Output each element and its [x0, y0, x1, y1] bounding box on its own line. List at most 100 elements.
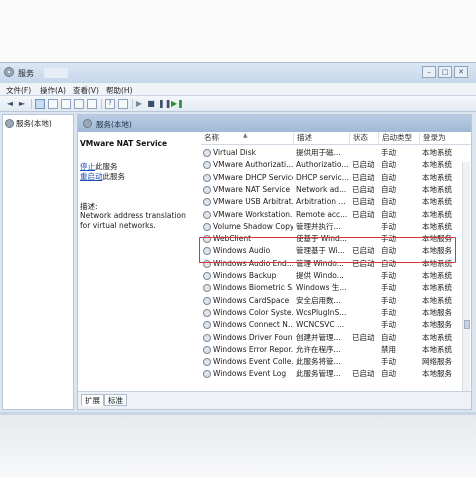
- table-row[interactable]: Windows CardSpace 安全启用数... 手动 本地系统: [201, 295, 471, 307]
- menu-action[interactable]: 操作(A): [40, 85, 66, 96]
- service-startup-cell: 自动: [381, 369, 396, 379]
- service-status-cell: 已启动: [352, 209, 375, 219]
- properties-icon[interactable]: [87, 99, 97, 109]
- back-arrow-icon[interactable]: ◄: [5, 99, 15, 109]
- table-row[interactable]: Windows Event Log 此服务管理... 已启动 自动 本地服务: [201, 368, 471, 380]
- panel-header: 服务(本地): [78, 115, 471, 132]
- restart-service-action: 重启动此服务: [80, 171, 125, 182]
- service-gear-icon: [203, 308, 211, 317]
- service-name-cell: Windows Event Colle...: [203, 356, 293, 368]
- restart-service-icon[interactable]: ▶❚: [171, 99, 184, 109]
- service-status-cell: [352, 319, 378, 331]
- column-header-status[interactable]: 状态: [350, 132, 379, 144]
- action-pane-icon[interactable]: [118, 99, 128, 109]
- table-row[interactable]: Windows Driver Foun... 创建并管理... 已启动 自动 本地系统: [201, 332, 471, 344]
- service-name-cell: VMware USB Arbitrat...: [203, 196, 293, 208]
- table-row[interactable]: Volume Shadow Copy 管理并执行... 手动 本地系统: [201, 221, 471, 233]
- title-bar[interactable]: 服务 – □ ✕: [0, 63, 476, 83]
- tab-standard[interactable]: 标准: [104, 394, 127, 406]
- tab-extended[interactable]: 扩展: [81, 394, 104, 406]
- service-description-cell: 提供 Windo...: [296, 271, 344, 280]
- service-name-cell: Windows Connect N...: [203, 319, 293, 331]
- service-startup-cell: 手动: [381, 357, 396, 367]
- menu-help[interactable]: 帮助(H): [106, 85, 133, 96]
- service-detail-pane: VMware NAT Service 停止此服务 重启动此服务 描述: Netw…: [78, 132, 200, 390]
- menu-bar: 文件(F) 操作(A) 查看(V) 帮助(H): [0, 83, 476, 96]
- service-status-cell: 已启动: [352, 332, 375, 342]
- menu-view[interactable]: 查看(V): [73, 85, 99, 96]
- service-startup-cell: 手动: [381, 283, 396, 293]
- column-header-name[interactable]: ▲ 名称: [201, 132, 294, 144]
- table-row[interactable]: Windows Error Repor... 允许在程序... 禁用 本地系统: [201, 344, 471, 356]
- table-row[interactable]: Windows Biometric S... Windows 生... 手动 本地系统: [201, 282, 471, 294]
- service-description-cell: 允许在程序...: [296, 344, 341, 354]
- service-gear-icon: [203, 321, 211, 330]
- start-service-icon[interactable]: ▶: [134, 99, 144, 109]
- background-top: [0, 0, 476, 62]
- menu-file[interactable]: 文件(F): [6, 85, 31, 96]
- background-bottom: [0, 415, 476, 477]
- table-row[interactable]: Windows Backup 提供 Windo... 手动 本地系统: [201, 270, 471, 282]
- service-name-cell: Windows Driver Foun...: [203, 332, 293, 344]
- table-row[interactable]: Windows Color Syste... WcsPlugInS... 手动 本地服…: [201, 307, 471, 319]
- toolbar-separator: [132, 99, 133, 109]
- selected-service-title: VMware NAT Service: [80, 139, 168, 148]
- view-tabs: 扩展 标准: [78, 391, 471, 409]
- refresh-icon[interactable]: [61, 99, 71, 109]
- service-description-cell: WCNCSVC ...: [296, 320, 345, 330]
- minimize-button[interactable]: –: [422, 66, 436, 78]
- column-header-startup-type[interactable]: 启动类型: [379, 132, 420, 144]
- highlight-box: [199, 237, 456, 263]
- stop-service-link[interactable]: 停止: [80, 162, 95, 171]
- column-header-logon-as[interactable]: 登录为: [420, 132, 471, 144]
- service-status-cell: [352, 307, 378, 319]
- restart-service-link[interactable]: 重启动: [80, 172, 103, 181]
- service-startup-cell: 自动: [381, 172, 396, 182]
- tree-item-services-local[interactable]: 服务(本地): [5, 118, 52, 129]
- service-gear-icon: [203, 358, 211, 367]
- stop-service-icon[interactable]: ■: [146, 99, 156, 109]
- service-status-cell: 已启动: [352, 172, 375, 182]
- table-row[interactable]: VMware Workstation... Remote acc... 已启动 自动本…: [201, 209, 471, 221]
- table-row[interactable]: VMware USB Arbitrat... Arbitration ... 已启动…: [201, 196, 471, 208]
- service-gear-icon: [203, 161, 211, 170]
- table-row[interactable]: VMware NAT Service Network ad... 已启动 自动 本地系统: [201, 184, 471, 196]
- service-description-cell: 安全启用数...: [296, 295, 341, 305]
- service-name-cell: Windows Biometric S...: [203, 282, 293, 294]
- column-header-description[interactable]: 描述: [294, 132, 350, 144]
- export-list-icon[interactable]: [74, 99, 84, 109]
- service-gear-icon: [203, 210, 211, 219]
- service-gear-icon: [203, 149, 211, 157]
- service-name-cell: Volume Shadow Copy: [203, 221, 293, 233]
- service-status-cell: [352, 356, 378, 368]
- service-status-cell: 已启动: [352, 197, 375, 207]
- service-gear-icon: [203, 185, 211, 194]
- table-row[interactable]: Windows Event Colle... 此服务将管... 手动 网络服务: [201, 356, 471, 368]
- vertical-scrollbar[interactable]: [462, 162, 470, 407]
- service-name-cell: VMware Workstation...: [203, 209, 293, 221]
- service-startup-cell: 手动: [381, 320, 396, 330]
- maximize-button[interactable]: □: [438, 66, 452, 78]
- service-gear-icon: [203, 222, 211, 231]
- service-gear-icon: [203, 296, 211, 305]
- console-tree-icon[interactable]: [35, 99, 45, 109]
- table-row[interactable]: Windows Connect N... WCNCSVC ... 手动 本地服务: [201, 319, 471, 331]
- list-view-icon[interactable]: [48, 99, 58, 109]
- service-description-cell: 管理并执行...: [296, 221, 341, 231]
- service-gear-icon: [203, 198, 211, 207]
- scrollbar-thumb[interactable]: [464, 320, 470, 329]
- service-startup-cell: 禁用: [381, 344, 396, 354]
- close-button[interactable]: ✕: [454, 66, 468, 78]
- table-row[interactable]: VMware DHCP Service DHCP servic... 已启动 自动 本地…: [201, 172, 471, 184]
- service-description-cell: Authorizatio...: [296, 160, 349, 170]
- service-startup-cell: 自动: [381, 197, 396, 207]
- pause-service-icon[interactable]: ❚❚: [158, 99, 171, 109]
- forward-arrow-icon[interactable]: ►: [17, 99, 27, 109]
- table-row[interactable]: Virtual Disk 提供用于磁... 手动 本地系统: [201, 147, 471, 159]
- help-icon[interactable]: ?: [105, 99, 115, 109]
- table-row[interactable]: VMware Authorizati... Authorizatio... 已启动自…: [201, 159, 471, 171]
- service-description-cell: 此服务将管...: [296, 357, 341, 367]
- service-name-cell: VMware NAT Service: [203, 184, 293, 196]
- service-status-cell: 已启动: [352, 160, 375, 170]
- service-name-cell: Windows Event Log: [203, 368, 293, 380]
